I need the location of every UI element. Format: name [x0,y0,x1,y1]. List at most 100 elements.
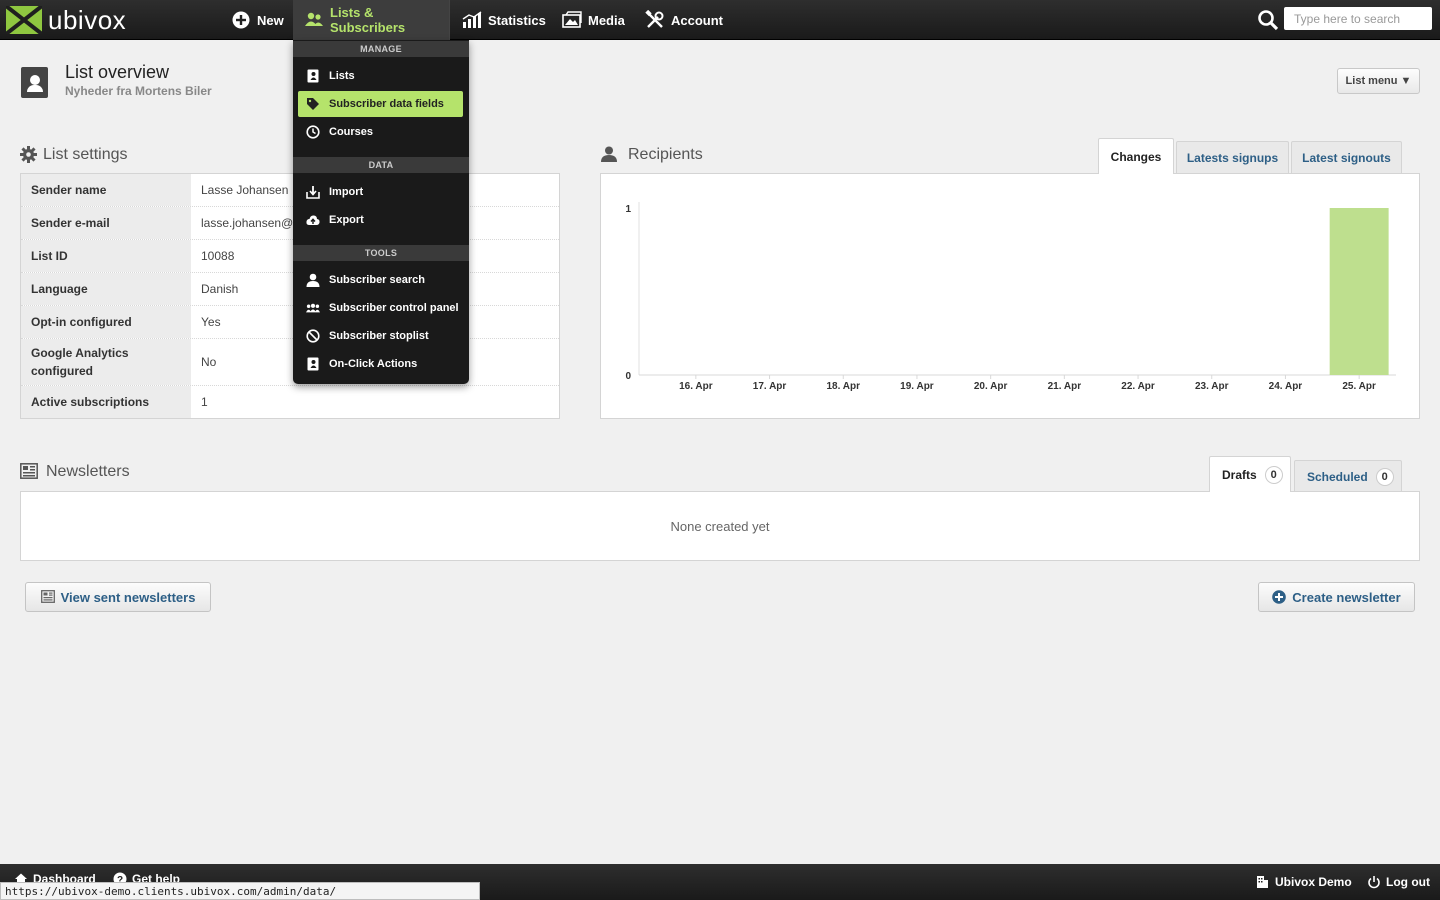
scheduled-count-badge: 0 [1375,467,1394,486]
nav-media-label: Media [588,12,625,28]
menu-item-label: On-Click Actions [329,358,418,370]
x-tick-label: 17. Apr [753,381,787,392]
list-settings-table: Sender name Lasse Johansen Sender e-mail… [20,173,560,419]
plus-circle-icon [1272,590,1287,604]
newspaper-icon [20,463,38,481]
tab-latest-signups[interactable]: Latests signups [1176,141,1289,173]
cloud-upload-icon [306,213,320,227]
tab-latest-signouts[interactable]: Latest signouts [1291,141,1402,173]
dropdown-section-tools: TOOLS [293,245,469,261]
row-key: Active subscriptions [21,386,191,418]
footer-logout[interactable]: Log out [1367,864,1430,900]
create-newsletter-button[interactable]: Create newsletter [1258,582,1415,612]
menu-item-label: Import [329,186,364,198]
tag-icon [306,97,320,111]
menu-item-subscriber-data-fields[interactable]: Subscriber data fields [298,91,463,117]
menu-item-import[interactable]: Import [298,179,463,205]
menu-item-label: Subscriber control panel [329,302,459,314]
logo-mark-icon [6,6,42,34]
tab-drafts[interactable]: Drafts 0 [1209,456,1291,492]
tab-scheduled-label: Scheduled [1307,469,1368,484]
nav-divider [449,0,450,40]
list-menu-button[interactable]: List menu ▼ [1337,68,1420,94]
x-tick-label: 23. Apr [1195,381,1229,392]
row-key: Language [21,273,191,305]
nav-account[interactable]: Account [645,0,723,40]
x-tick-label: 21. Apr [1048,381,1082,392]
nav-lists-subscribers[interactable]: Lists & Subscribers [293,0,449,40]
chart-bar [1329,208,1389,375]
page-title: List overview [65,62,170,82]
menu-item-subscriber-stoplist[interactable]: Subscriber stoplist [298,323,463,349]
table-row: Language Danish [21,273,559,306]
ubivox-logo[interactable]: ubivox [6,5,126,35]
menu-item-lists[interactable]: Lists [298,63,463,89]
gear-icon [20,146,38,164]
ban-icon [306,329,320,343]
nav-statistics-label: Statistics [488,12,546,28]
building-icon [1256,875,1270,889]
users-icon [306,301,320,315]
empty-state-text: None created yet [670,518,770,534]
table-row: Active subscriptions 1 [21,386,559,418]
logo-text: ubivox [48,4,127,35]
recipients-chart: 0 1 16. Apr 17. Apr 18. Apr 19. Apr 20. Apr 21.… [600,173,1420,419]
recipients-heading: Recipients [600,146,703,164]
page-subtitle: Nyheder fra Mortens Biler [65,84,212,98]
footer-logout-label: Log out [1386,875,1430,889]
tools-icon [645,10,665,30]
x-tick-label: 25. Apr [1342,381,1376,392]
address-book-icon [21,67,48,98]
book-icon [306,69,320,83]
list-settings-heading: List settings [20,146,127,164]
table-row: Opt-in configured Yes [21,306,559,339]
menu-item-label: Lists [329,70,355,82]
row-key: List ID [21,240,191,272]
menu-item-label: Courses [329,126,374,138]
menu-item-courses[interactable]: Courses [298,119,463,145]
clock-icon [306,125,320,139]
nav-new[interactable]: New [231,0,284,40]
menu-item-on-click-actions[interactable]: On-Click Actions [298,351,463,377]
recipients-title: Recipients [628,146,703,163]
x-tick-label: 24. Apr [1269,381,1303,392]
menu-item-label: Export [329,214,364,226]
menu-item-label: Subscriber search [329,274,425,286]
chart-canvas: 0 1 16. Apr 17. Apr 18. Apr 19. Apr 20. Apr 21.… [625,202,1396,392]
x-tick-label: 19. Apr [900,381,934,392]
nav-lists-label: Lists & Subscribers [330,5,406,35]
search-icon[interactable] [1257,9,1279,31]
footer-account-label: Ubivox Demo [1275,875,1352,889]
nav-media[interactable]: Media [562,0,625,40]
tab-scheduled[interactable]: Scheduled 0 [1294,460,1402,492]
users-icon [304,10,324,30]
menu-item-export[interactable]: Export [298,207,463,233]
table-row: Sender name Lasse Johansen [21,174,559,207]
top-navigation-bar: ubivox New Lists & Subscribers Statistic… [0,0,1440,40]
tab-changes[interactable]: Changes [1098,138,1174,174]
menu-item-subscriber-control-panel[interactable]: Subscriber control panel [298,295,463,321]
nav-statistics[interactable]: Statistics [462,0,546,40]
y-tick-label: 1 [625,204,631,215]
menu-item-label: Subscriber data fields [329,98,444,110]
table-row: List ID 10088 [21,240,559,273]
search-input[interactable] [1284,7,1432,30]
view-sent-newsletters-button[interactable]: View sent newsletters [25,582,211,612]
create-newsletter-label: Create newsletter [1292,589,1401,605]
power-icon [1367,875,1381,889]
y-tick-label: 0 [625,371,631,382]
dropdown-section-manage: MANAGE [293,41,469,57]
row-key: Google Analytics configured [21,339,191,385]
drafts-count-badge: 0 [1264,465,1283,484]
row-key: Opt-in configured [21,306,191,338]
newsletters-heading: Newsletters [20,463,130,481]
nav-account-label: Account [671,12,723,28]
user-icon [306,273,320,287]
newsletters-panel: None created yet [20,491,1420,561]
x-tick-label: 20. Apr [974,381,1008,392]
footer-account[interactable]: Ubivox Demo [1256,864,1352,900]
plus-circle-icon [231,10,251,30]
user-icon [600,146,618,164]
menu-item-label: Subscriber stoplist [329,330,429,342]
menu-item-subscriber-search[interactable]: Subscriber search [298,267,463,293]
